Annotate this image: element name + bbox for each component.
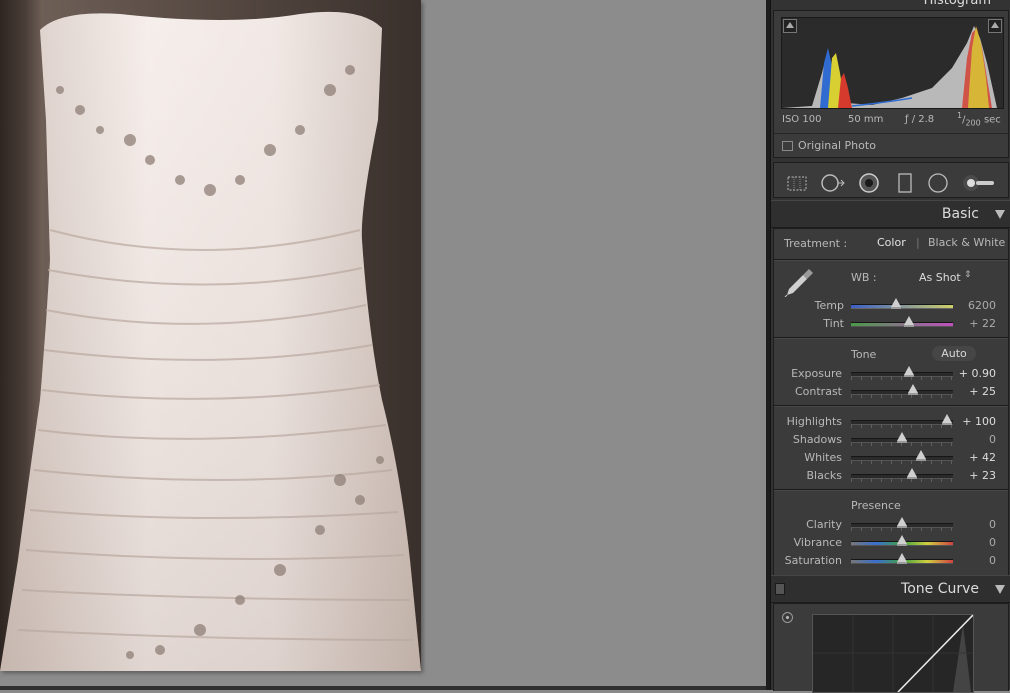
treatment-color-option[interactable]: Color [877, 236, 906, 249]
wb-dropdown[interactable]: As Shot [919, 271, 961, 284]
histogram-title[interactable]: Histogram [924, 0, 991, 8]
exposure-slider-thumb[interactable] [904, 366, 915, 377]
red-eye-icon[interactable] [858, 172, 880, 194]
histogram-panel: ISO 100 50 mm ƒ / 2.8 1/200 sec Original… [773, 10, 1009, 158]
clarity-label: Clarity [806, 518, 842, 531]
graduated-filter-icon[interactable] [894, 172, 916, 194]
tone-curve-title: Tone Curve [901, 581, 979, 597]
tint-label: Tint [823, 317, 844, 330]
highlights-value[interactable]: + 100 [936, 415, 996, 428]
image-canvas[interactable] [0, 0, 766, 690]
shadows-value[interactable]: 0 [936, 433, 996, 446]
temp-slider-thumb[interactable] [890, 298, 901, 309]
panel-body: Histogram ISO 100 50 mm ƒ / 2.8 1/200 se… [770, 0, 1010, 693]
saturation-value[interactable]: 0 [936, 554, 996, 567]
collapse-triangle-icon[interactable] [995, 585, 1005, 594]
whites-value[interactable]: + 42 [936, 451, 996, 464]
basic-panel-header[interactable]: Basic [771, 200, 1010, 228]
contrast-slider-thumb[interactable] [908, 384, 919, 395]
wb-label: WB : [851, 271, 877, 284]
original-photo-checkbox[interactable] [782, 141, 793, 151]
collapse-triangle-icon[interactable] [995, 210, 1005, 219]
shutter-numerator: 1 [957, 111, 963, 120]
spot-removal-icon[interactable] [820, 172, 845, 194]
histogram-graph [781, 17, 1004, 109]
blacks-slider-thumb[interactable] [907, 468, 918, 479]
tint-slider-thumb[interactable] [904, 316, 915, 327]
highlight-clipping-icon[interactable] [988, 19, 1002, 33]
tone-curve-line [813, 615, 973, 692]
vibrance-label: Vibrance [793, 536, 842, 549]
divider [774, 489, 1008, 491]
panel-toggle-icon[interactable] [775, 583, 785, 595]
crop-overlay-icon[interactable] [786, 172, 808, 194]
tone-curve-panel-header[interactable]: Tone Curve [771, 575, 1010, 603]
shadow-clipping-icon[interactable] [783, 19, 797, 33]
shadows-label: Shadows [792, 433, 842, 446]
clarity-value[interactable]: 0 [936, 518, 996, 531]
shadows-slider-thumb[interactable] [897, 432, 907, 443]
histogram-curve [782, 26, 997, 108]
radial-filter-icon[interactable] [927, 172, 949, 194]
clarity-slider-thumb[interactable] [897, 517, 907, 528]
highlights-label: Highlights [786, 415, 842, 428]
treatment-separator: | [916, 236, 920, 249]
divider [774, 259, 1008, 261]
develop-right-panel: Histogram ISO 100 50 mm ƒ / 2.8 1/200 se… [766, 0, 1010, 693]
tool-strip [773, 162, 1009, 198]
whites-label: Whites [804, 451, 842, 464]
shutter-unit: sec [983, 114, 1001, 126]
adjustment-brush-icon[interactable] [962, 172, 996, 194]
wb-dropdown-arrows-icon[interactable]: ⇕ [964, 270, 972, 280]
tint-value[interactable]: + 22 [936, 317, 996, 330]
divider [774, 337, 1008, 339]
iso-readout: ISO 100 [782, 114, 822, 125]
temp-value[interactable]: 6200 [936, 299, 996, 312]
shutter-denominator: 200 [965, 118, 981, 128]
tone-curve-graph[interactable] [812, 614, 974, 693]
focal-length-readout: 50 mm [848, 114, 884, 125]
shutter-readout: 1/200 sec [957, 111, 1001, 128]
original-photo-label: Original Photo [798, 139, 876, 152]
tone-curve-panel [773, 603, 1009, 693]
treatment-bw-option[interactable]: Black & White [928, 236, 1005, 249]
vibrance-value[interactable]: 0 [936, 536, 996, 549]
saturation-label: Saturation [784, 554, 842, 567]
basic-panel: Treatment : Color | Black & White WB : A… [773, 228, 1009, 591]
tone-label: Tone [851, 348, 877, 361]
wedding-dress-image [0, 11, 421, 671]
divider [774, 405, 1008, 407]
treatment-label: Treatment : [784, 237, 848, 250]
presence-label: Presence [851, 499, 901, 512]
blacks-label: Blacks [806, 469, 843, 482]
temp-label: Temp [814, 299, 844, 312]
histogram-divider [774, 133, 1008, 134]
whites-slider-thumb[interactable] [916, 450, 927, 461]
exposure-value[interactable]: + 0.90 [936, 367, 996, 380]
white-balance-selector-icon[interactable] [783, 265, 817, 298]
targeted-adjustment-icon[interactable] [782, 612, 793, 623]
photo-preview[interactable] [0, 0, 421, 671]
contrast-label: Contrast [794, 385, 842, 398]
vibrance-slider-thumb[interactable] [897, 535, 907, 546]
aperture-readout: ƒ / 2.8 [905, 114, 935, 125]
blacks-value[interactable]: + 23 [936, 469, 996, 482]
basic-panel-title: Basic [941, 206, 979, 222]
saturation-slider-thumb[interactable] [897, 553, 907, 564]
exposure-label: Exposure [791, 367, 842, 380]
contrast-value[interactable]: + 25 [936, 385, 996, 398]
filmstrip-edge [0, 686, 766, 690]
tone-auto-button[interactable]: Auto [932, 346, 976, 361]
